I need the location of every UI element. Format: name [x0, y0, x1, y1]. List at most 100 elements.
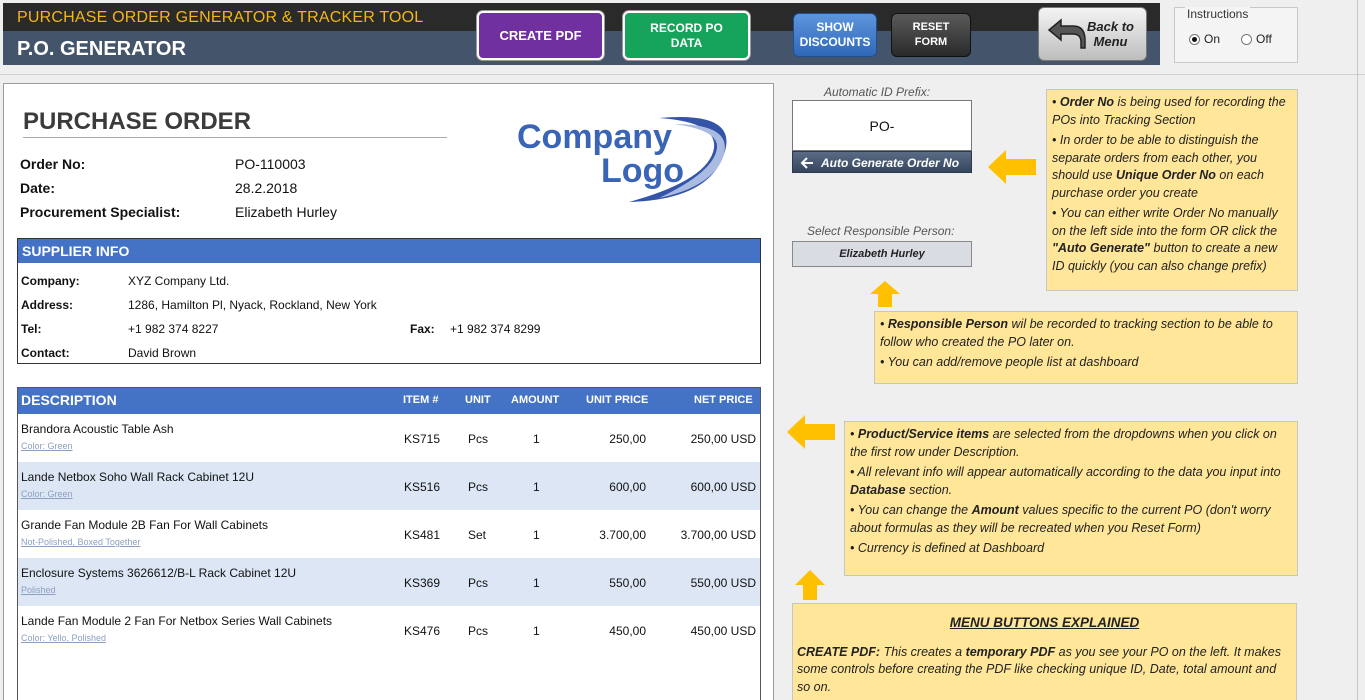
- note-text: Amount: [971, 503, 1019, 517]
- item-unit: Pcs: [468, 432, 489, 446]
- back-to-menu-button[interactable]: Back to Menu: [1038, 7, 1147, 61]
- create-pdf-button[interactable]: CREATE PDF: [477, 11, 604, 60]
- note-paragraph: • In order to be able to distinguish the…: [1052, 132, 1292, 202]
- note-paragraph: • Currency is defined at Dashboard: [850, 540, 1292, 558]
- item-net-price: 450,00 USD: [690, 624, 756, 638]
- note-text: • You can add/remove people list at dash…: [880, 355, 1139, 369]
- item-amount[interactable]: 1: [533, 432, 540, 446]
- supplier-address-value: 1286, Hamilton Pl, Nyack, Rockland, New …: [128, 298, 377, 312]
- note-paragraph: • Product/Service items are selected fro…: [850, 426, 1292, 461]
- note-menu-buttons-title: MENU BUTTONS EXPLAINED: [949, 615, 1140, 630]
- item-name[interactable]: Lande Netbox Soho Wall Rack Cabinet 12U: [21, 470, 254, 484]
- auto-generate-order-no-button[interactable]: Auto Generate Order No: [792, 151, 972, 173]
- arrow-left-icon: [800, 157, 813, 169]
- page-title: P.O. GENERATOR: [17, 38, 186, 60]
- item-name[interactable]: Brandora Acoustic Table Ash: [21, 422, 174, 436]
- note-paragraph: • Responsible Person wil be recorded to …: [880, 316, 1292, 351]
- note-paragraph: • Order No is being used for recording t…: [1052, 94, 1292, 129]
- note-menu-buttons: MENU BUTTONS EXPLAINED CREATE PDF: This …: [792, 603, 1297, 700]
- app-window: PURCHASE ORDER GENERATOR & TRACKER TOOL …: [0, 0, 1365, 700]
- company-logo: Company Logo: [517, 116, 727, 202]
- item-net-price: 250,00 USD: [690, 432, 756, 446]
- supplier-fax-label: Fax:: [410, 322, 435, 336]
- arrow-left-icon: [787, 415, 835, 449]
- supplier-company-value: XYZ Company Ltd.: [128, 274, 230, 288]
- item-code: KS369: [404, 576, 441, 590]
- supplier-tel-label: Tel:: [21, 322, 42, 336]
- item-code: KS516: [404, 480, 441, 494]
- instructions-title: Instructions: [1185, 7, 1251, 21]
- note-paragraph: • All relevant info will appear automati…: [850, 464, 1292, 499]
- col-amount: AMOUNT: [511, 394, 560, 406]
- prefix-label: Automatic ID Prefix:: [824, 85, 931, 99]
- radio-unselected-icon: [1241, 33, 1252, 45]
- item-note: Not-Polished, Boxed Together: [21, 537, 141, 547]
- note-text: This creates a: [880, 644, 966, 659]
- supplier-info-box: SUPPLIER INFO Company: XYZ Company Ltd. …: [17, 238, 761, 364]
- reset-form-button[interactable]: RESET FORM: [891, 13, 971, 57]
- note-text: •: [880, 317, 888, 331]
- item-note: Color: Green: [21, 489, 73, 499]
- item-code: KS476: [404, 624, 441, 638]
- po-title: PURCHASE ORDER: [23, 108, 252, 135]
- instructions-on-label: On: [1204, 32, 1221, 46]
- specialist-field[interactable]: Elizabeth Hurley: [235, 204, 337, 220]
- header-divider: [0, 74, 1365, 75]
- note-text: • You can either write Order No manually…: [1052, 206, 1278, 238]
- item-amount[interactable]: 1: [533, 576, 540, 590]
- order-no-field[interactable]: PO-110003: [235, 156, 306, 172]
- table-row[interactable]: Lande Fan Module 2 Fan For Netbox Series…: [18, 606, 760, 654]
- order-no-label: Order No:: [20, 156, 86, 172]
- note-paragraph: CREATE PDF: This creates a temporary PDF…: [797, 644, 1292, 697]
- item-name[interactable]: Enclosure Systems 3626612/B-L Rack Cabin…: [21, 566, 296, 580]
- table-row[interactable]: Enclosure Systems 3626612/B-L Rack Cabin…: [18, 558, 760, 606]
- item-unit: Pcs: [468, 576, 489, 590]
- svg-text:Logo: Logo: [601, 152, 684, 190]
- po-title-underline: [23, 137, 447, 138]
- table-row[interactable]: Lande Netbox Soho Wall Rack Cabinet 12U C…: [18, 462, 760, 510]
- item-unit-price: 450,00: [609, 624, 646, 638]
- instructions-off-radio[interactable]: Off: [1241, 32, 1272, 46]
- responsible-person-select[interactable]: Elizabeth Hurley: [792, 241, 972, 267]
- item-note: Color: Green: [21, 441, 73, 451]
- instructions-off-label: Off: [1256, 32, 1272, 46]
- table-row[interactable]: Brandora Acoustic Table Ash Color: Green K…: [18, 414, 760, 462]
- item-net-price: 3.700,00 USD: [680, 528, 756, 542]
- note-text: section.: [905, 482, 953, 497]
- supplier-info-header: SUPPLIER INFO: [18, 239, 760, 263]
- col-unit-price: UNIT PRICE: [586, 394, 649, 406]
- item-amount[interactable]: 1: [533, 528, 540, 542]
- supplier-tel-value: +1 982 374 8227: [128, 322, 219, 336]
- item-unit: Pcs: [468, 624, 489, 638]
- purchase-order-form: PURCHASE ORDER Order No: PO-110003 Date:…: [3, 83, 774, 700]
- supplier-company-label: Company:: [21, 274, 80, 288]
- note-text: "Auto Generate": [1052, 241, 1150, 255]
- item-name[interactable]: Lande Fan Module 2 Fan For Netbox Series…: [21, 614, 332, 628]
- note-text: •: [1052, 95, 1060, 109]
- note-text: Product/Service items: [857, 427, 990, 441]
- item-code: KS481: [404, 528, 441, 542]
- note-responsible-person: • Responsible Person wil be recorded to …: [874, 311, 1298, 384]
- col-unit: UNIT: [465, 394, 491, 406]
- note-text: Order No: [1059, 95, 1115, 109]
- app-subtitle: PURCHASE ORDER GENERATOR & TRACKER TOOL: [17, 9, 424, 26]
- prefix-input[interactable]: PO-: [792, 100, 972, 151]
- table-row[interactable]: Grande Fan Module 2B Fan For Wall Cabine…: [18, 510, 760, 558]
- show-discounts-button[interactable]: SHOW DISCOUNTS: [793, 13, 877, 57]
- note-text: Responsible Person: [887, 317, 1009, 331]
- col-net-price: NET PRICE: [694, 394, 753, 406]
- item-amount[interactable]: 1: [533, 480, 540, 494]
- date-field[interactable]: 28.2.2018: [235, 180, 297, 196]
- supplier-contact-label: Contact:: [21, 346, 70, 360]
- record-po-data-button[interactable]: RECORD PO DATA: [623, 11, 750, 60]
- instructions-on-radio[interactable]: On: [1189, 32, 1220, 46]
- item-name[interactable]: Grande Fan Module 2B Fan For Wall Cabine…: [21, 518, 268, 532]
- back-to-menu-label: Back to Menu: [1087, 19, 1134, 49]
- item-note: Color: Yello, Polished: [21, 633, 107, 643]
- specialist-label: Procurement Specialist:: [20, 204, 181, 220]
- item-unit: Pcs: [468, 480, 489, 494]
- note-text: CREATE PDF:: [797, 644, 881, 659]
- item-unit-price: 600,00: [609, 480, 646, 494]
- item-amount[interactable]: 1: [533, 624, 540, 638]
- date-label: Date:: [20, 180, 56, 196]
